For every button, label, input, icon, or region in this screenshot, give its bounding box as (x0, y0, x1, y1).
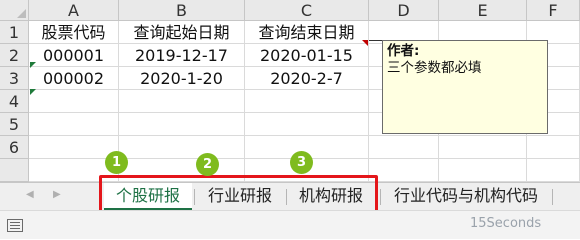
watermark: 15Seconds (470, 216, 542, 231)
comment-author: 作者: (387, 43, 420, 59)
cell-a2[interactable]: 000001 (29, 44, 119, 67)
column-header-b[interactable]: B (119, 0, 245, 21)
cell-c1[interactable]: 查询结束日期 (245, 21, 369, 44)
cell-a6[interactable] (29, 136, 119, 159)
cell-e7[interactable] (439, 159, 527, 182)
cell-f7[interactable] (527, 159, 580, 182)
cell-a3[interactable]: 000002 (29, 67, 119, 90)
cell-c2[interactable]: 2020-01-15 (245, 44, 369, 67)
column-header-d[interactable]: D (369, 0, 439, 21)
cell-c4[interactable] (245, 90, 369, 113)
row-header-2[interactable]: 2 (0, 44, 29, 67)
cell-a2-error-indicator[interactable] (30, 62, 36, 68)
select-all-corner[interactable] (0, 0, 29, 21)
comment-connector (369, 40, 383, 42)
cell-c1-comment-indicator (362, 40, 368, 46)
row-header-7[interactable] (0, 159, 29, 182)
next-sheet-arrow-icon[interactable]: ▶ (53, 189, 61, 200)
cell-c5[interactable] (245, 113, 369, 136)
column-header-a[interactable]: A (29, 0, 119, 21)
cell-b5[interactable] (119, 113, 245, 136)
status-bar: 15Seconds (0, 210, 580, 239)
cell-comment-box[interactable]: 作者: 三个参数都必填 (382, 40, 548, 134)
cell-b6[interactable] (119, 136, 245, 159)
cell-a3-error-indicator[interactable] (30, 89, 36, 95)
row-header-6[interactable]: 6 (0, 136, 29, 159)
sheet-tab-4[interactable]: 行业代码与机构代码 (384, 183, 548, 210)
cell-a1[interactable]: 股票代码 (29, 21, 119, 44)
cell-a5[interactable] (29, 113, 119, 136)
cell-b2[interactable]: 2019-12-17 (119, 44, 245, 67)
comment-text: 三个参数都必填 (387, 60, 482, 76)
cell-b4[interactable] (119, 90, 245, 113)
cell-f6[interactable] (527, 136, 580, 159)
sheet-view-icon[interactable] (7, 219, 23, 232)
row-header-4[interactable]: 4 (0, 90, 29, 113)
cell-b3[interactable]: 2020-1-20 (119, 67, 245, 90)
badge-1: 1 (105, 151, 128, 174)
tab-separator (380, 189, 381, 205)
prev-sheet-arrow-icon[interactable]: ◀ (26, 189, 34, 200)
tab-separator (552, 189, 553, 205)
cell-b1[interactable]: 查询起始日期 (119, 21, 245, 44)
row-header-1[interactable]: 1 (0, 21, 29, 44)
row-header-3[interactable]: 3 (0, 67, 29, 90)
cell-c3[interactable]: 2020-2-7 (245, 67, 369, 90)
cell-d6[interactable] (369, 136, 439, 159)
column-header-f[interactable]: F (527, 0, 580, 21)
column-header-e[interactable]: E (439, 0, 527, 21)
cell-e6[interactable] (439, 136, 527, 159)
cell-a4[interactable] (29, 90, 119, 113)
tabs-highlight-box (99, 175, 378, 215)
cell-d7[interactable] (369, 159, 439, 182)
row-header-5[interactable]: 5 (0, 113, 29, 136)
column-header-c[interactable]: C (245, 0, 369, 21)
badge-3: 3 (290, 151, 313, 174)
badge-2: 2 (196, 153, 219, 176)
